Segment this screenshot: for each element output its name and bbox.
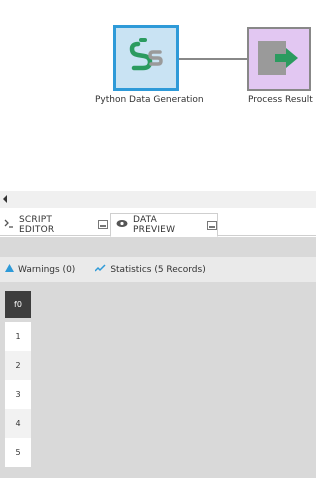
script-icon [4, 219, 14, 231]
warning-triangle-icon [5, 264, 14, 275]
table-row[interactable]: 1 [5, 322, 31, 351]
table-row[interactable]: 4 [5, 409, 31, 438]
tab-label: SCRIPT EDITOR [19, 214, 55, 235]
eye-icon [116, 219, 128, 231]
column-header-f0[interactable]: f0 [5, 291, 31, 318]
scroll-left-arrow-icon[interactable] [3, 195, 7, 203]
table-row[interactable]: 5 [5, 438, 31, 467]
panel-tab-bar: SCRIPT EDITOR DATA PREVIEW [0, 208, 316, 237]
preview-toolbar: Warnings (0) Statistics (5 Records) [0, 257, 316, 282]
tab-label: DATA PREVIEW [133, 215, 176, 235]
tab-script-editor[interactable]: SCRIPT EDITOR [0, 213, 108, 236]
table-row[interactable]: 2 [5, 351, 31, 380]
process-result-node[interactable] [247, 27, 311, 91]
export-icon [258, 41, 298, 75]
statistics-button[interactable]: Statistics (5 Records) [94, 264, 206, 275]
node-connector [177, 58, 247, 60]
process-node-label: Process Result [248, 95, 313, 105]
python-data-generation-node[interactable] [113, 25, 179, 91]
python-icon [129, 38, 163, 71]
minimize-icon[interactable] [207, 220, 217, 230]
table-row[interactable]: 3 [5, 380, 31, 409]
python-node-label: Python Data Generation [95, 95, 204, 105]
canvas-scrollbar[interactable] [0, 191, 316, 208]
minimize-icon[interactable] [98, 220, 108, 229]
warnings-label: Warnings (0) [18, 264, 76, 275]
warnings-button[interactable]: Warnings (0) [5, 264, 75, 275]
panel-header-band [0, 237, 316, 257]
tab-data-preview[interactable]: DATA PREVIEW [110, 213, 218, 237]
data-preview-grid: f0 1 2 3 4 5 [0, 282, 316, 478]
workflow-canvas[interactable]: Python Data Generation Process Result [0, 0, 316, 191]
trend-chart-icon [94, 264, 106, 275]
statistics-label: Statistics (5 Records) [110, 264, 206, 275]
